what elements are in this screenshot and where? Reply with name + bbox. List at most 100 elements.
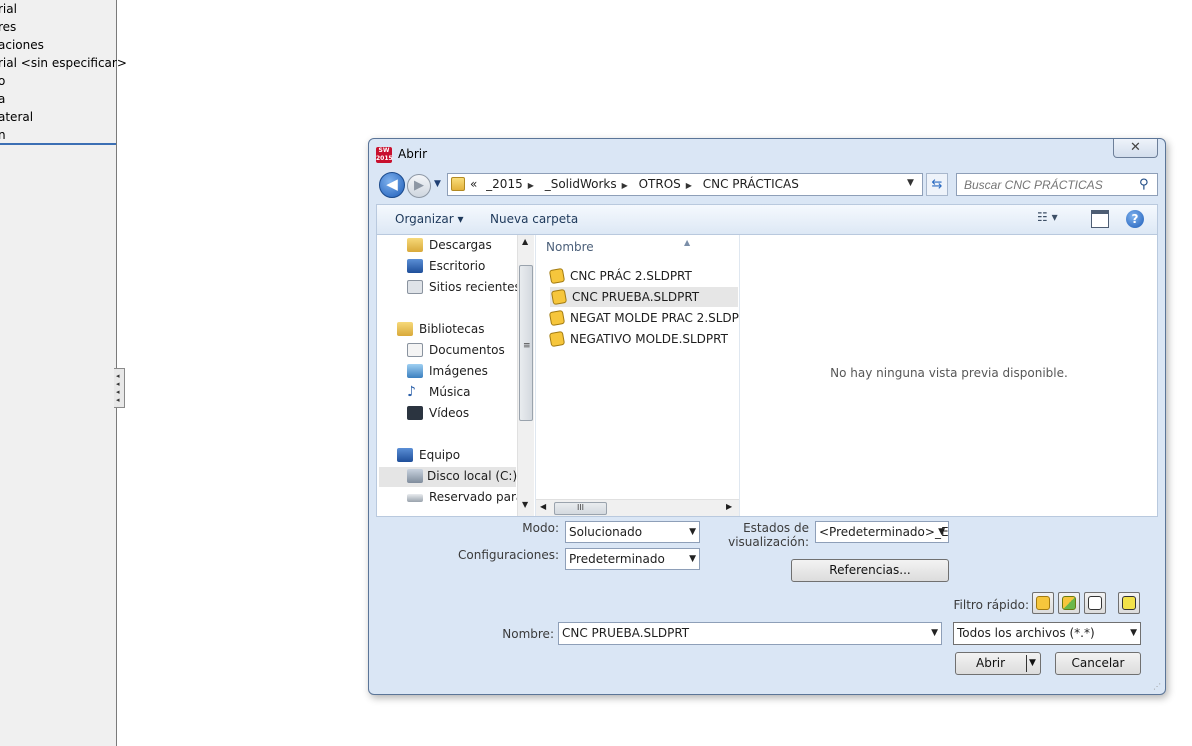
filename-input[interactable]: CNC PRUEBA.SLDPRT ▼ bbox=[558, 622, 942, 645]
preview-pane: No hay ninguna vista previa disponible. bbox=[741, 235, 1157, 516]
filter-drawings-button[interactable] bbox=[1084, 592, 1106, 614]
search-box: ⚲ bbox=[956, 173, 1158, 196]
open-button[interactable]: Abrir ▼ bbox=[955, 652, 1041, 675]
command-bar: Organizar ▾ Nueva carpeta ☷ ▾ ? bbox=[376, 204, 1158, 234]
local-disk-icon bbox=[407, 469, 423, 483]
configurations-select[interactable]: Predeterminado ▼ bbox=[565, 548, 700, 570]
breadcrumb-item[interactable]: _2015 bbox=[486, 177, 523, 191]
preview-pane-button[interactable] bbox=[1091, 210, 1109, 228]
sldprt-file-icon bbox=[548, 330, 566, 348]
breadcrumb: « _2015 ▶ _SolidWorks ▶ OTROS ▶ CNC PRÁCTIC… bbox=[470, 177, 804, 191]
organize-menu[interactable]: Organizar ▾ bbox=[395, 212, 464, 226]
scroll-right-icon[interactable]: ▶ bbox=[726, 502, 732, 511]
close-button[interactable]: ✕ bbox=[1113, 139, 1158, 158]
panel-row[interactable]: o bbox=[0, 73, 5, 89]
chevron-down-icon: ▼ bbox=[938, 527, 945, 537]
panel-row[interactable]: a bbox=[0, 91, 5, 107]
column-header-name[interactable]: Nombre ▲ bbox=[546, 238, 726, 260]
nav-item-label: Escritorio bbox=[429, 259, 486, 273]
filter-assemblies-button[interactable] bbox=[1058, 592, 1080, 614]
configurations-value: Predeterminado bbox=[569, 552, 665, 566]
scroll-thumb[interactable]: III bbox=[554, 502, 607, 515]
nav-item-local-disk[interactable]: Disco local (C:) bbox=[379, 467, 517, 487]
configurations-label: Configuraciones: bbox=[458, 548, 559, 562]
screen: rial res aciones rial <sin especificar> … bbox=[0, 0, 1192, 746]
file-list-pane: Nombre ▲ CNC PRÁC 2.SLDPRT CNC PRUEBA.SL… bbox=[535, 235, 740, 516]
nav-scrollbar[interactable]: ▲ ≡ ▼ bbox=[517, 235, 534, 516]
recent-locations-dropdown[interactable]: ▼ bbox=[434, 179, 441, 189]
filter-parts-button[interactable] bbox=[1032, 592, 1054, 614]
breadcrumb-arrow-icon[interactable]: ▶ bbox=[528, 181, 534, 190]
file-type-select[interactable]: Todos los archivos (*.*) ▼ bbox=[953, 622, 1141, 645]
refresh-button[interactable]: ⇆ bbox=[926, 173, 948, 196]
back-button[interactable]: ◀ bbox=[379, 172, 405, 198]
display-states-label-line: visualización: bbox=[728, 535, 809, 549]
filter-top-level-button[interactable] bbox=[1118, 592, 1140, 614]
nav-item-label: Imágenes bbox=[429, 364, 488, 378]
panel-row[interactable]: aciones bbox=[0, 37, 44, 53]
dialog-title: Abrir bbox=[398, 147, 428, 161]
mode-label: Modo: bbox=[522, 521, 559, 535]
address-dropdown-icon[interactable]: ▼ bbox=[907, 178, 914, 188]
resize-grip-icon[interactable]: ⋰ bbox=[1153, 682, 1161, 691]
forward-arrow-icon: ▶ bbox=[414, 178, 424, 193]
help-button[interactable]: ? bbox=[1126, 210, 1144, 228]
panel-row[interactable]: n bbox=[0, 127, 6, 143]
sldprt-file-icon bbox=[550, 288, 568, 306]
nav-item-label: Vídeos bbox=[429, 406, 470, 420]
documents-icon bbox=[407, 343, 423, 357]
navigation-pane: Descargas Escritorio Sitios recientes Bi… bbox=[377, 235, 534, 516]
panel-row[interactable]: rial bbox=[0, 1, 17, 17]
panel-collapse-handle[interactable]: ◂ ◂ ◂ ◂ bbox=[114, 368, 125, 408]
pictures-icon bbox=[407, 364, 423, 378]
sldprt-file-icon bbox=[548, 309, 566, 327]
breadcrumb-item[interactable]: _SolidWorks bbox=[545, 177, 617, 191]
breadcrumb-item[interactable]: CNC PRÁCTICAS bbox=[703, 177, 799, 191]
breadcrumb-overflow[interactable]: « bbox=[470, 177, 477, 191]
drawing-filter-icon bbox=[1088, 596, 1102, 610]
back-arrow-icon: ◀ bbox=[386, 175, 398, 193]
file-type-value: Todos los archivos (*.*) bbox=[957, 626, 1095, 640]
column-header-label: Nombre bbox=[546, 240, 594, 254]
file-item-selected[interactable]: CNC PRUEBA.SLDPRT bbox=[550, 287, 738, 307]
panel-row[interactable]: res bbox=[0, 19, 16, 35]
chevron-down-icon[interactable]: ▼ bbox=[1029, 653, 1036, 674]
file-list-hscrollbar[interactable]: ◀ III ▶ bbox=[536, 499, 739, 516]
preview-message: No hay ninguna vista previa disponible. bbox=[830, 366, 1068, 380]
chevron-down-icon: ▼ bbox=[689, 527, 696, 537]
forward-button[interactable]: ▶ bbox=[407, 174, 431, 198]
nav-item-label: Sitios recientes bbox=[429, 280, 521, 294]
browser-area: Descargas Escritorio Sitios recientes Bi… bbox=[376, 234, 1158, 517]
scroll-down-icon[interactable]: ▼ bbox=[522, 500, 528, 509]
assembly-filter-icon bbox=[1062, 596, 1076, 610]
cancel-button[interactable]: Cancelar bbox=[1055, 652, 1141, 675]
change-view-button[interactable]: ☷ ▾ bbox=[1037, 210, 1073, 230]
open-file-dialog: SW 2015 Abrir ✕ ◀ ▶ ▼ « _2015 ▶ _SolidWork… bbox=[368, 138, 1166, 695]
scroll-thumb[interactable]: ≡ bbox=[519, 265, 533, 421]
quick-filter-label: Filtro rápido: bbox=[953, 598, 1029, 612]
scroll-up-icon[interactable]: ▲ bbox=[522, 237, 528, 246]
references-button[interactable]: Referencias... bbox=[791, 559, 949, 582]
dialog-titlebar[interactable]: SW 2015 Abrir ✕ bbox=[369, 139, 1165, 167]
file-name: CNC PRUEBA.SLDPRT bbox=[572, 290, 700, 304]
nav-item-label: Documentos bbox=[429, 343, 505, 357]
scroll-left-icon[interactable]: ◀ bbox=[540, 502, 546, 511]
panel-row[interactable]: ateral bbox=[0, 109, 33, 125]
breadcrumb-item[interactable]: OTROS bbox=[639, 177, 681, 191]
panel-row[interactable]: rial <sin especificar> bbox=[0, 55, 127, 71]
breadcrumb-arrow-icon[interactable]: ▶ bbox=[686, 181, 692, 190]
desktop-icon bbox=[407, 259, 423, 273]
computer-icon bbox=[397, 448, 413, 462]
new-folder-button[interactable]: Nueva carpeta bbox=[490, 212, 578, 226]
feature-manager-panel: rial res aciones rial <sin especificar> … bbox=[0, 0, 127, 746]
display-states-select[interactable]: <Predeterminado>_E ▼ bbox=[815, 521, 949, 543]
breadcrumb-arrow-icon[interactable]: ▶ bbox=[622, 181, 628, 190]
mode-select[interactable]: Solucionado ▼ bbox=[565, 521, 700, 543]
downloads-icon bbox=[407, 238, 423, 252]
search-icon[interactable]: ⚲ bbox=[1139, 177, 1149, 192]
chevron-down-icon: ▼ bbox=[931, 628, 938, 638]
file-name: CNC PRÁC 2.SLDPRT bbox=[570, 269, 692, 283]
address-bar[interactable]: « _2015 ▶ _SolidWorks ▶ OTROS ▶ CNC PRÁCTIC… bbox=[447, 173, 923, 196]
search-input[interactable] bbox=[957, 174, 1135, 195]
rollback-bar[interactable] bbox=[0, 143, 116, 145]
